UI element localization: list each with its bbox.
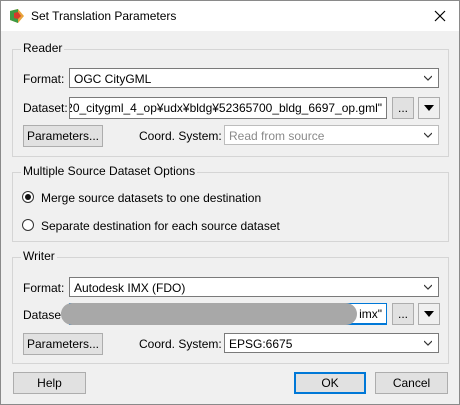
- writer-browse-button[interactable]: ...: [392, 303, 414, 325]
- title-bar: Set Translation Parameters: [1, 1, 459, 31]
- fme-app-icon: [10, 9, 24, 23]
- reader-coord-label: Coord. System:: [139, 129, 222, 143]
- help-button[interactable]: Help: [13, 372, 86, 394]
- chevron-down-icon: [424, 132, 432, 138]
- writer-format-value: Autodesk IMX (FDO): [74, 281, 186, 295]
- writer-coord-label: Coord. System:: [139, 337, 222, 351]
- separate-radio-label[interactable]: Separate destination for each source dat…: [41, 219, 280, 233]
- reader-dataset-value: 2020_citygml_4_op¥udx¥bldg¥52365700_bldg…: [69, 101, 382, 115]
- writer-coord-select[interactable]: EPSG:6675: [224, 333, 439, 353]
- writer-format-label: Format:: [23, 281, 65, 295]
- writer-format-select[interactable]: Autodesk IMX (FDO): [69, 277, 439, 297]
- chevron-down-icon: [424, 340, 432, 346]
- reader-dataset-input[interactable]: 2020_citygml_4_op¥udx¥bldg¥52365700_bldg…: [69, 97, 387, 119]
- reader-dataset-dropdown-button[interactable]: [418, 97, 440, 119]
- reader-format-select[interactable]: OGC CityGML: [69, 68, 439, 88]
- writer-coord-value: EPSG:6675: [229, 337, 293, 351]
- chevron-down-icon: [424, 75, 432, 81]
- reader-dataset-label: Dataset:: [23, 101, 68, 115]
- merge-radio[interactable]: [22, 191, 34, 203]
- separate-radio[interactable]: [22, 219, 34, 231]
- chevron-down-icon: [424, 284, 432, 290]
- reader-coord-select[interactable]: Read from source: [224, 125, 439, 145]
- dialog-title: Set Translation Parameters: [31, 9, 177, 23]
- triangle-down-icon: [424, 105, 434, 111]
- reader-format-value: OGC CityGML: [74, 72, 152, 86]
- reader-parameters-button[interactable]: Parameters...: [23, 125, 103, 147]
- reader-coord-value: Read from source: [229, 129, 325, 143]
- writer-dataset-dropdown-button[interactable]: [418, 303, 440, 325]
- merge-radio-label[interactable]: Merge source datasets to one destination: [41, 191, 261, 205]
- reader-group-label: Reader: [21, 41, 65, 55]
- writer-dataset-value: imx": [359, 307, 382, 321]
- dialog-window: Set Translation Parameters Reader Format…: [0, 0, 460, 405]
- reader-format-label: Format:: [23, 72, 65, 86]
- ok-button[interactable]: OK: [294, 372, 366, 394]
- redaction-overlay: [61, 303, 357, 325]
- close-icon: [434, 10, 446, 22]
- writer-parameters-button[interactable]: Parameters...: [23, 333, 103, 355]
- close-button[interactable]: [425, 3, 455, 29]
- cancel-button[interactable]: Cancel: [375, 372, 448, 394]
- writer-group-label: Writer: [21, 249, 57, 263]
- triangle-down-icon: [424, 311, 434, 317]
- multi-source-group-label: Multiple Source Dataset Options: [21, 164, 198, 178]
- reader-browse-button[interactable]: ...: [392, 97, 414, 119]
